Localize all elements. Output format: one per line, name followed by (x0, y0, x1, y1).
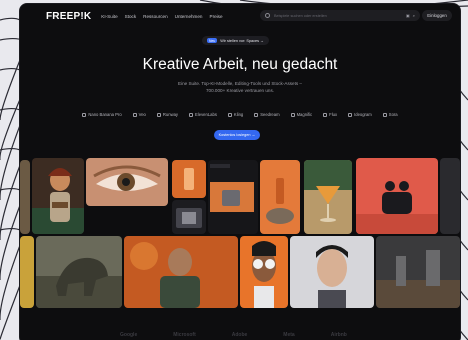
search-input[interactable]: Beispiele suchen oder erstellen ▣ ⌕ (260, 10, 420, 21)
model-label: ElevenLabs (195, 112, 217, 117)
gallery-image-bottle-sculpture[interactable] (260, 160, 300, 234)
gallery-image-product-orange[interactable] (172, 160, 206, 198)
gallery-image-eye-closeup[interactable] (86, 158, 168, 206)
gallery-image-ruins[interactable] (376, 236, 460, 308)
model-item[interactable]: Kling (227, 112, 244, 117)
model-label: Veo (138, 112, 146, 117)
model-icon (254, 112, 259, 117)
model-item[interactable]: Seedream (254, 112, 280, 117)
model-label: Kling (233, 112, 244, 117)
gallery-image-partial[interactable] (20, 236, 34, 308)
partner-logo: Meta (283, 332, 295, 338)
nav-link-ki-suite[interactable]: KI-Suite (101, 14, 117, 19)
subtitle-line-2: 700.000+ Kreative vertrauen uns. (205, 88, 275, 93)
model-item[interactable]: Magnific (290, 112, 313, 117)
nav-link-preise[interactable]: Preise (210, 14, 223, 19)
model-label: Runway (162, 112, 179, 117)
model-item[interactable]: Veo (132, 112, 146, 117)
announcement-text: Wir stellen vor: Spaces → (220, 38, 264, 43)
subtitle-line-1: Eine Suite. Top-KI-Modelle, Editing-Tool… (177, 81, 302, 86)
model-icon (348, 112, 353, 117)
partner-logo: Google (120, 332, 138, 338)
partner-logo: Airbnb (330, 332, 347, 338)
gallery-image-man-portrait[interactable] (290, 236, 374, 308)
image-search-icon[interactable]: ▣ (406, 13, 410, 18)
model-label: Seedream (260, 112, 280, 117)
model-list: Nano Banana Pro Veo Runway ElevenLabs Kl… (20, 112, 460, 117)
partner-logo: Adobe (231, 332, 248, 338)
model-icon (132, 112, 137, 117)
search-placeholder: Beispiele suchen oder erstellen (274, 13, 327, 18)
model-icon (323, 112, 328, 117)
get-started-button[interactable]: Kostenlos loslegen → (214, 130, 260, 140)
freepik-logo[interactable]: FREEP!K (46, 11, 91, 22)
page-title: Kreative Arbeit, neu gedacht (142, 56, 338, 73)
model-icon (82, 112, 87, 117)
model-label: Ideogram (354, 112, 372, 117)
gallery-image-sunglasses-portrait[interactable] (240, 236, 288, 308)
model-label: Sora (388, 112, 398, 117)
model-icon (156, 112, 161, 117)
model-label: Nano Banana Pro (88, 112, 122, 117)
model-icon (290, 112, 295, 117)
model-label: Magnific (296, 112, 313, 117)
announcement-badge[interactable]: Neu Wir stellen vor: Spaces → (202, 36, 269, 45)
search-icon (265, 13, 270, 18)
model-icon (189, 112, 194, 117)
gallery-image-partial[interactable] (20, 160, 30, 234)
gallery-image-earbuds[interactable] (356, 158, 438, 234)
model-item[interactable]: Sora (382, 112, 398, 117)
new-tag: Neu (207, 38, 218, 43)
browser-page: FREEP!K KI-Suite Stock Ressourcen Untern… (20, 4, 460, 340)
nav-link-unternehmen[interactable]: Unternehmen (175, 14, 203, 19)
partner-logo: Microsoft (173, 332, 196, 338)
gallery-image-cocktail[interactable] (304, 160, 352, 234)
search-submit-icon[interactable]: ⌕ (413, 13, 415, 18)
model-label: Flux (329, 112, 338, 117)
model-item[interactable]: Runway (156, 112, 179, 117)
nav-link-stock[interactable]: Stock (125, 14, 137, 19)
login-button[interactable]: Einloggen (422, 10, 452, 21)
gallery-image-partial[interactable] (440, 158, 460, 234)
gallery-image-editor-canvas[interactable] (208, 160, 258, 234)
model-item[interactable]: Nano Banana Pro (82, 112, 122, 117)
model-item[interactable]: ElevenLabs (189, 112, 217, 117)
model-icon (382, 112, 387, 117)
gallery-image-dinosaur[interactable] (36, 236, 122, 308)
nav-links: KI-Suite Stock Ressourcen Unternehmen Pr… (101, 14, 222, 19)
model-icon (227, 112, 232, 117)
model-item[interactable]: Flux (323, 112, 337, 117)
partner-logos: Google Microsoft Adobe Meta Airbnb (120, 332, 347, 338)
nav-link-ressourcen[interactable]: Ressourcen (143, 14, 168, 19)
gallery-image-warrior[interactable] (124, 236, 238, 308)
gallery-image-cartoon-pirate[interactable] (32, 158, 84, 234)
model-item[interactable]: Ideogram (348, 112, 372, 117)
gallery-image-ui-card[interactable] (172, 200, 206, 234)
